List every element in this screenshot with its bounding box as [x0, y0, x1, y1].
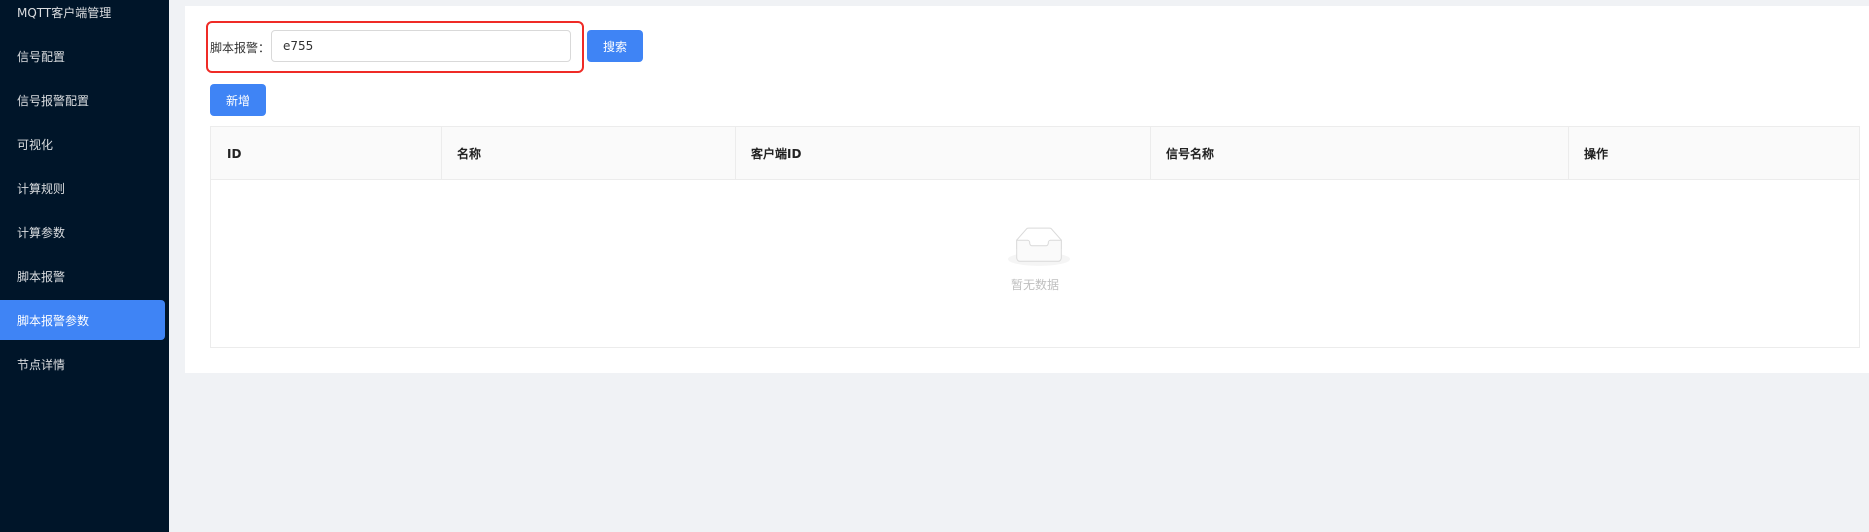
data-table: ID 名称 客户端ID 信号名称 操作 暂无数据: [210, 126, 1860, 348]
app-root: MQTT客户端管理 信号配置 信号报警配置 可视化 计算规则 计算参数 脚本报警…: [0, 0, 1869, 532]
sidebar-item-label: 计算规则: [17, 181, 66, 196]
sidebar-item-signal-alarm-config[interactable]: 信号报警配置: [0, 80, 165, 120]
search-button[interactable]: 搜索: [587, 30, 643, 62]
sidebar-item-node-details[interactable]: 节点详情: [0, 344, 165, 384]
sidebar-item-label: MQTT客户端管理: [17, 5, 112, 20]
column-header-id: ID: [227, 146, 242, 161]
sidebar-item-signal-config[interactable]: 信号配置: [0, 36, 165, 76]
sidebar-item-visualization[interactable]: 可视化: [0, 124, 165, 164]
add-button[interactable]: 新增: [210, 84, 266, 116]
sidebar-item-label: 可视化: [17, 137, 54, 152]
sidebar-item-label: 脚本报警: [17, 269, 66, 284]
search-input[interactable]: [271, 30, 571, 62]
sidebar-item-script-alarm-params[interactable]: 脚本报警参数: [0, 300, 165, 340]
sidebar: MQTT客户端管理 信号配置 信号报警配置 可视化 计算规则 计算参数 脚本报警…: [0, 0, 169, 532]
column-header-actions: 操作: [1584, 147, 1609, 161]
empty-box-icon: [1008, 227, 1070, 266]
empty-state: 暂无数据: [211, 180, 1859, 348]
column-header-name: 名称: [457, 147, 482, 161]
sidebar-item-calc-params[interactable]: 计算参数: [0, 212, 165, 252]
sidebar-item-mqtt-client[interactable]: MQTT客户端管理: [0, 0, 165, 32]
search-label: 脚本报警：: [210, 41, 271, 55]
column-header-signal-name: 信号名称: [1166, 147, 1215, 161]
empty-text: 暂无数据: [1010, 278, 1059, 292]
sidebar-item-label: 信号报警配置: [17, 93, 90, 108]
sidebar-item-script-alarm[interactable]: 脚本报警: [0, 256, 165, 296]
sidebar-item-calc-rules[interactable]: 计算规则: [0, 168, 165, 208]
table-header: ID 名称 客户端ID 信号名称 操作: [211, 127, 1859, 180]
sidebar-item-label: 脚本报警参数: [17, 313, 90, 328]
main-content: 脚本报警： 搜索 新增 ID 名称 客户端ID 信号名称 操作: [185, 6, 1869, 373]
sidebar-item-label: 节点详情: [17, 357, 66, 372]
sidebar-item-label: 计算参数: [17, 225, 66, 240]
column-header-client-id: 客户端ID: [751, 147, 802, 161]
sidebar-item-label: 信号配置: [17, 49, 66, 64]
